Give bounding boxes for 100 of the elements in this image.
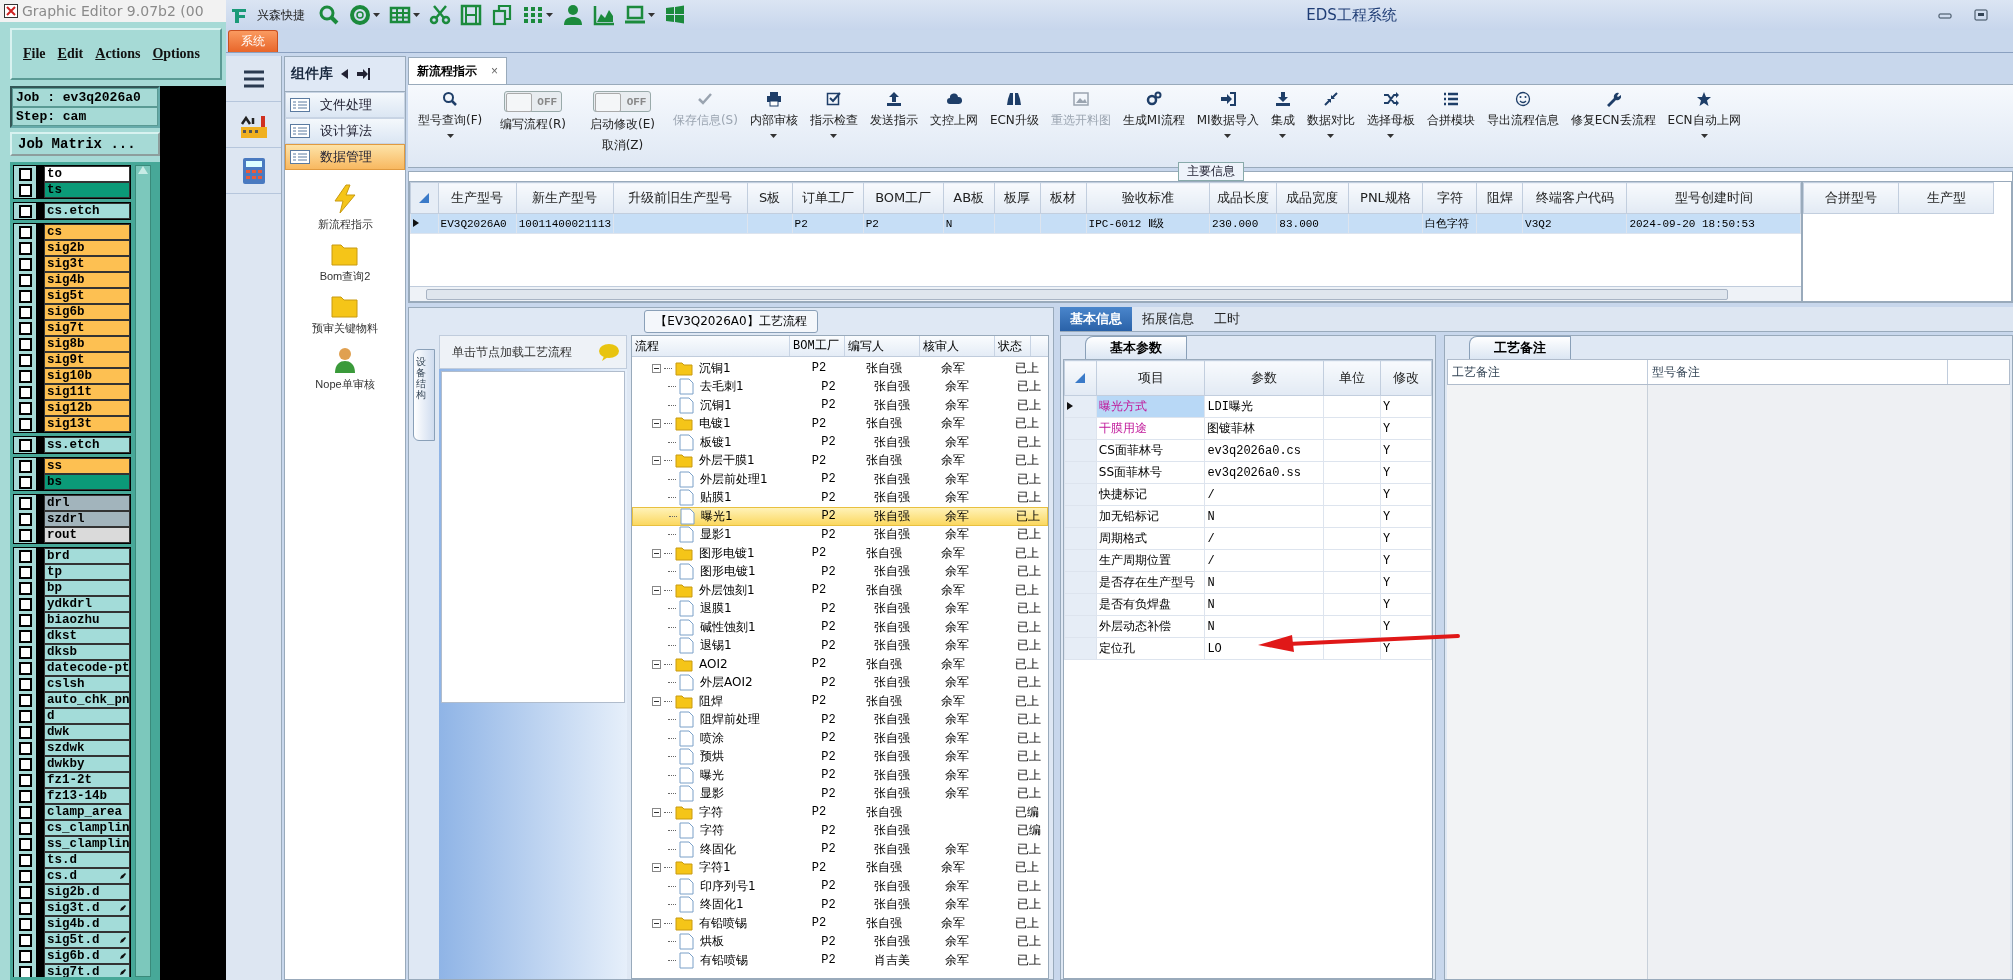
layer-name[interactable]: drl [44, 495, 130, 511]
layer-checkbox[interactable] [18, 305, 32, 319]
layer-name[interactable]: szdrl [44, 511, 130, 527]
collapse-icon[interactable] [652, 585, 661, 595]
column-header[interactable]: 生产型号 [438, 182, 517, 214]
tree-row[interactable]: 字符1 P2 张自强 余军 已上 [632, 858, 1048, 877]
layer-name[interactable]: sig13t [44, 416, 130, 432]
column-header[interactable]: BOM工厂 [790, 336, 845, 356]
layer-name[interactable]: d [44, 708, 130, 724]
layer-name[interactable]: sig3t.d [44, 900, 130, 916]
panel-tab[interactable]: 基本参数 [1085, 336, 1187, 359]
collapse-icon[interactable] [652, 419, 661, 429]
layer-name[interactable]: sig5t.d [44, 932, 130, 948]
search-icon[interactable] [318, 4, 340, 26]
layer-name[interactable]: sig11t [44, 384, 130, 400]
layer-name[interactable]: ss_clamplin [44, 836, 130, 852]
column-header[interactable]: 核审人 [920, 336, 995, 356]
layer-name[interactable]: ydkdrl [44, 596, 130, 612]
column-header[interactable]: 工艺备注 [1448, 360, 1648, 384]
layer-checkbox[interactable] [18, 273, 32, 287]
column-header[interactable]: 流程 [632, 336, 790, 356]
tool-button[interactable]: 新流程指示 [317, 184, 373, 232]
tool-button[interactable]: Bom查询2 [319, 242, 371, 284]
tab[interactable]: 工时 [1204, 307, 1250, 331]
column-header[interactable]: 成品长度 [1209, 182, 1277, 214]
layer-checkbox[interactable] [18, 629, 32, 643]
toolbar-button[interactable]: 发送指示 [867, 91, 920, 129]
side-tab[interactable]: 设备结构 [413, 349, 435, 441]
tree-row[interactable]: 曝光 P2 张自强 余军 已上 [632, 766, 1048, 785]
tree-row[interactable]: 图形电镀1 P2 张自强 余军 已上 [632, 544, 1048, 563]
column-header[interactable]: 成品宽度 [1276, 182, 1348, 214]
column-header[interactable]: 合拼型号 [1803, 182, 1899, 214]
layer-name[interactable]: fz1-2t [44, 772, 130, 788]
column-header[interactable]: 订单工厂 [792, 182, 864, 214]
job-matrix-button[interactable]: Job Matrix ... [10, 132, 160, 156]
tree-row[interactable]: 图形电镀1 P2 张自强 余军 已上 [632, 562, 1048, 581]
windows-icon[interactable] [664, 4, 686, 26]
collapse-left-icon[interactable] [341, 69, 349, 79]
collapse-icon[interactable] [652, 863, 661, 873]
column-header[interactable]: PNL规格 [1348, 182, 1423, 214]
layer-checkbox[interactable] [18, 725, 32, 739]
column-header[interactable]: 状态 [995, 336, 1031, 356]
layer-checkbox[interactable] [18, 438, 32, 452]
tree-row[interactable]: 沉铜1 P2 张自强 余军 已上 [632, 359, 1048, 378]
layer-checkbox[interactable] [18, 885, 32, 899]
layer-checkbox[interactable] [18, 741, 32, 755]
toolbar-button[interactable]: MI数据导入 [1194, 91, 1261, 138]
layer-checkbox[interactable] [18, 821, 32, 835]
row-indicator[interactable] [1064, 395, 1097, 418]
column-header[interactable]: S板 [747, 182, 793, 214]
column-header[interactable]: 板厚 [994, 182, 1041, 214]
layer-checkbox[interactable] [18, 933, 32, 947]
layer-checkbox[interactable] [18, 789, 32, 803]
layer-checkbox[interactable] [18, 773, 32, 787]
layer-name[interactable]: sig12b [44, 400, 130, 416]
tree-row[interactable]: 喷涂 P2 张自强 余军 已上 [632, 729, 1048, 748]
layer-name[interactable]: sig2b.d [44, 884, 130, 900]
collapse-icon[interactable] [652, 696, 661, 706]
toolbar-button[interactable]: 内部审核 [747, 91, 800, 138]
lifebuoy-icon[interactable] [349, 4, 371, 26]
layer-checkbox[interactable] [18, 917, 32, 931]
tree-row[interactable]: 阻焊前处理 P2 张自强 余军 已上 [632, 710, 1048, 729]
layer-name[interactable]: sig8b [44, 336, 130, 352]
layer-name[interactable]: fz13-14b [44, 788, 130, 804]
close-button[interactable]: × [491, 64, 498, 78]
layer-checkbox[interactable] [18, 949, 32, 963]
scissors-icon[interactable] [429, 4, 451, 26]
column-header[interactable]: 阻焊 [1476, 182, 1523, 214]
user-icon[interactable] [562, 4, 584, 26]
column-header[interactable]: 升级前旧生产型号 [613, 182, 748, 214]
layer-checkbox[interactable] [18, 645, 32, 659]
tree-row[interactable]: 显影 P2 张自强 余军 已上 [632, 784, 1048, 803]
layer-checkbox[interactable] [18, 257, 32, 271]
toolbar-button[interactable]: 文控上网 [927, 91, 980, 129]
layer-checkbox[interactable] [18, 512, 32, 526]
column-header[interactable]: 生产型 [1898, 182, 1994, 214]
tree-row[interactable]: 外层干膜1 P2 张自强 余军 已上 [632, 451, 1048, 470]
tree-row[interactable]: 显影1 P2 张自强 余军 已上 [632, 525, 1048, 544]
layer-name[interactable]: dwk [44, 724, 130, 740]
tree-row[interactable]: 外层蚀刻1 P2 张自强 余军 已上 [632, 581, 1048, 600]
layer-checkbox[interactable] [18, 581, 32, 595]
tool-button[interactable]: 预审关键物料 [312, 294, 378, 336]
scrollbar[interactable] [135, 165, 151, 977]
toolbar-button[interactable]: 导出流程信息 [1484, 91, 1561, 129]
toolbar-button[interactable]: 合拼模块 [1424, 91, 1477, 129]
menu-item[interactable]: Edit [54, 44, 87, 64]
layer-name[interactable]: ss.etch [44, 437, 130, 453]
layer-checkbox[interactable] [18, 853, 32, 867]
layer-name[interactable]: sig3t [44, 256, 130, 272]
toolbar-button[interactable]: 数据对比 [1304, 91, 1357, 138]
document-tab[interactable]: 新流程指示 × [408, 57, 507, 84]
menu-item[interactable]: File [20, 44, 49, 64]
tree-row[interactable]: 去毛刺1 P2 张自强 余军 已上 [632, 377, 1048, 396]
layer-name[interactable]: ts.d [44, 852, 130, 868]
layer-checkbox[interactable] [18, 693, 32, 707]
toolbar-button[interactable]: ECN升级 [987, 91, 1041, 129]
column-header[interactable]: 型号备注 [1648, 360, 1948, 384]
layer-checkbox[interactable] [18, 757, 32, 771]
layer-checkbox[interactable] [18, 496, 32, 510]
layer-name[interactable]: cs_clamplin [44, 820, 130, 836]
